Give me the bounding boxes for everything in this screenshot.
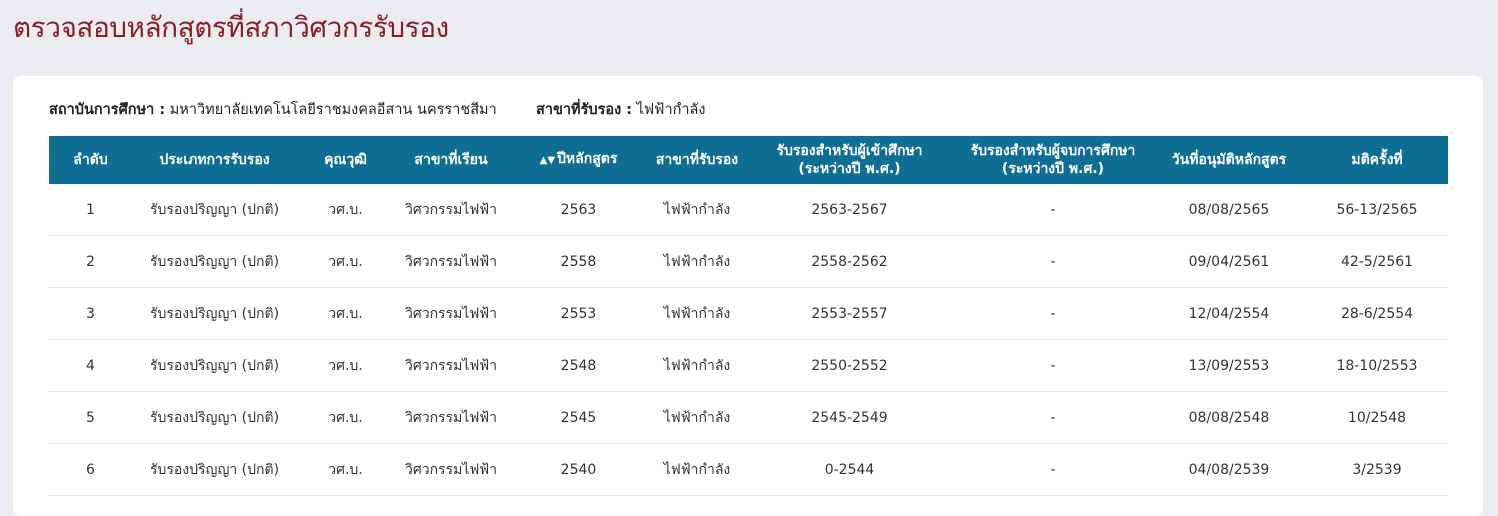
table-row: 4 รับรองปริญญา (ปกติ) วศ.บ. วิศวกรรมไฟฟ้า 25… — [49, 339, 1448, 392]
results-card: สถาบันการศึกษา : มหาวิทยาลัยเทคโนโลยีราช… — [13, 76, 1483, 516]
cell-resolution: 10/2548 — [1306, 391, 1448, 444]
cell-type: รับรองปริญญา (ปกติ) — [132, 443, 297, 496]
sort-icon[interactable]: ▲▼ — [540, 155, 555, 166]
cell-branch: ไฟฟ้ากำลัง — [649, 391, 745, 444]
cell-no: 1 — [49, 184, 132, 236]
cell-resolution: 3/2539 — [1306, 443, 1448, 496]
page-title: ตรวจสอบหลักสูตรที่สภาวิศวกรรับรอง — [13, 11, 449, 44]
cell-type: รับรองปริญญา (ปกติ) — [132, 339, 297, 392]
table-row: 2 รับรองปริญญา (ปกติ) วศ.บ. วิศวกรรมไฟฟ้า 25… — [49, 235, 1448, 288]
header-entry: รับรองสำหรับผู้เข้าศึกษา (ระหว่างปี พ.ศ.) — [745, 136, 954, 184]
curriculum-table: ลำดับ ประเภทการรับรอง คุณวุฒิ สาขาที่เรี… — [49, 136, 1448, 496]
cell-type: รับรองปริญญา (ปกติ) — [132, 287, 297, 340]
cell-grad: - — [954, 339, 1152, 392]
header-resolution: มติครั้งที่ — [1351, 152, 1403, 168]
cell-branch: ไฟฟ้ากำลัง — [649, 235, 745, 288]
cell-type: รับรองปริญญา (ปกติ) — [132, 184, 297, 236]
institution-label: สถาบันการศึกษา : — [49, 102, 166, 118]
cell-year: 2548 — [508, 339, 649, 392]
table-row: 3 รับรองปริญญา (ปกติ) วศ.บ. วิศวกรรมไฟฟ้า 25… — [49, 287, 1448, 340]
cell-entry: 2545-2549 — [745, 391, 954, 444]
table-row: 5 รับรองปริญญา (ปกติ) วศ.บ. วิศวกรรมไฟฟ้า 25… — [49, 391, 1448, 444]
cell-major: วิศวกรรมไฟฟ้า — [394, 339, 508, 392]
cell-degree: วศ.บ. — [297, 184, 394, 236]
cell-major: วิศวกรรมไฟฟ้า — [394, 184, 508, 236]
header-entry-line2: (ระหว่างปี พ.ศ.) — [798, 161, 901, 177]
cell-approve-date: 08/08/2565 — [1152, 184, 1306, 236]
cell-year: 2545 — [508, 391, 649, 444]
header-approve-date: วันที่อนุมัติหลักสูตร — [1171, 152, 1287, 168]
cell-major: วิศวกรรมไฟฟ้า — [394, 443, 508, 496]
header-major: สาขาที่เรียน — [414, 152, 488, 168]
table-row: 6 รับรองปริญญา (ปกติ) วศ.บ. วิศวกรรมไฟฟ้า 25… — [49, 443, 1448, 496]
header-entry-line1: รับรองสำหรับผู้เข้าศึกษา — [776, 143, 923, 159]
cell-year: 2563 — [508, 184, 649, 236]
cell-branch: ไฟฟ้ากำลัง — [649, 287, 745, 340]
cell-entry: 2550-2552 — [745, 339, 954, 392]
cell-no: 5 — [49, 391, 132, 444]
cell-entry: 2558-2562 — [745, 235, 954, 288]
cell-year: 2558 — [508, 235, 649, 288]
header-grad-line2: (ระหว่างปี พ.ศ.) — [1001, 161, 1105, 177]
cell-grad: - — [954, 391, 1152, 444]
header-degree: คุณวุฒิ — [324, 152, 367, 168]
cell-grad: - — [954, 184, 1152, 236]
branch-value: ไฟฟ้ากำลัง — [636, 102, 706, 118]
cell-major: วิศวกรรมไฟฟ้า — [394, 235, 508, 288]
cell-major: วิศวกรรมไฟฟ้า — [394, 391, 508, 444]
header-grad-line1: รับรองสำหรับผู้จบการศึกษา — [970, 143, 1136, 159]
table-row: 1 รับรองปริญญา (ปกติ) วศ.บ. วิศวกรรมไฟฟ้า 25… — [49, 184, 1448, 236]
cell-degree: วศ.บ. — [297, 287, 394, 340]
cell-grad: - — [954, 235, 1152, 288]
cell-degree: วศ.บ. — [297, 339, 394, 392]
cell-no: 6 — [49, 443, 132, 496]
cell-entry: 0-2544 — [745, 443, 954, 496]
cell-approve-date: 13/09/2553 — [1152, 339, 1306, 392]
cell-branch: ไฟฟ้ากำลัง — [649, 443, 745, 496]
header-year-label: ปีหลักสูตร — [557, 151, 618, 167]
filter-info: สถาบันการศึกษา : มหาวิทยาลัยเทคโนโลยีราช… — [49, 98, 705, 121]
cell-approve-date: 04/08/2539 — [1152, 443, 1306, 496]
cell-year: 2540 — [508, 443, 649, 496]
table-header-row: ลำดับ ประเภทการรับรอง คุณวุฒิ สาขาที่เรี… — [49, 136, 1448, 184]
branch-label: สาขาที่รับรอง : — [535, 102, 633, 118]
cell-approve-date: 12/04/2554 — [1152, 287, 1306, 340]
institution-value: มหาวิทยาลัยเทคโนโลยีราชมงคลอีสาน นครราชส… — [169, 102, 497, 118]
cell-major: วิศวกรรมไฟฟ้า — [394, 287, 508, 340]
cell-branch: ไฟฟ้ากำลัง — [649, 184, 745, 236]
cell-approve-date: 09/04/2561 — [1152, 235, 1306, 288]
cell-degree: วศ.บ. — [297, 235, 394, 288]
cell-degree: วศ.บ. — [297, 391, 394, 444]
cell-resolution: 28-6/2554 — [1306, 287, 1448, 340]
cell-year: 2553 — [508, 287, 649, 340]
cell-entry: 2553-2557 — [745, 287, 954, 340]
cell-grad: - — [954, 287, 1152, 340]
cell-resolution: 18-10/2553 — [1306, 339, 1448, 392]
header-branch: สาขาที่รับรอง — [655, 152, 739, 168]
cell-branch: ไฟฟ้ากำลัง — [649, 339, 745, 392]
cell-degree: วศ.บ. — [297, 443, 394, 496]
cell-no: 3 — [49, 287, 132, 340]
cell-grad: - — [954, 443, 1152, 496]
cell-no: 2 — [49, 235, 132, 288]
cell-no: 4 — [49, 339, 132, 392]
cell-resolution: 42-5/2561 — [1306, 235, 1448, 288]
cell-resolution: 56-13/2565 — [1306, 184, 1448, 236]
cell-type: รับรองปริญญา (ปกติ) — [132, 391, 297, 444]
cell-type: รับรองปริญญา (ปกติ) — [132, 235, 297, 288]
header-grad: รับรองสำหรับผู้จบการศึกษา (ระหว่างปี พ.ศ.… — [954, 136, 1152, 184]
cell-approve-date: 08/08/2548 — [1152, 391, 1306, 444]
header-type: ประเภทการรับรอง — [159, 152, 270, 168]
cell-entry: 2563-2567 — [745, 184, 954, 236]
header-no: ลำดับ — [73, 152, 108, 168]
header-year[interactable]: ▲▼ ปีหลักสูตร — [508, 136, 649, 184]
